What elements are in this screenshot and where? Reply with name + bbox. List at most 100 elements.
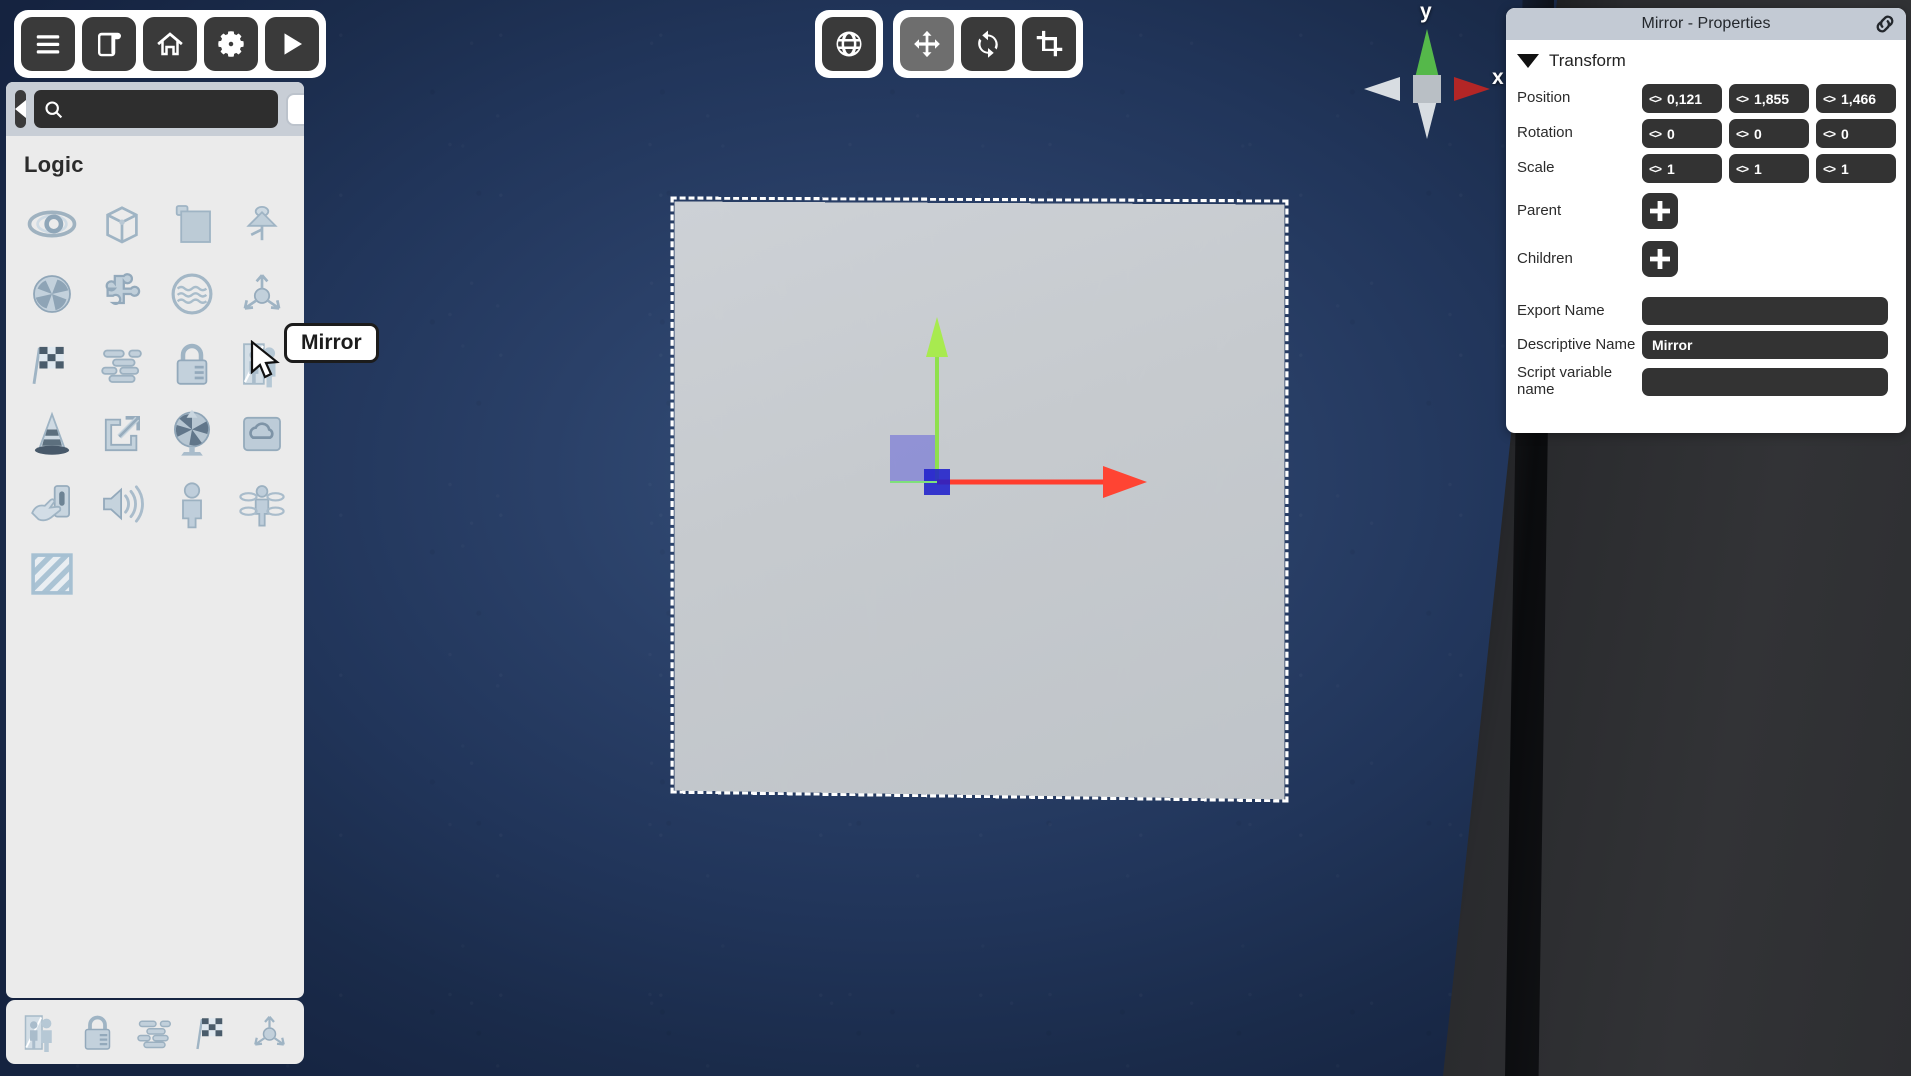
property-label: Scale xyxy=(1517,159,1555,177)
stepper-arrows-icon[interactable]: <> xyxy=(1649,127,1662,141)
scene-button[interactable] xyxy=(82,17,136,71)
properties-body: Transform Position <> 0,121 <> 1,855 <> 1,4… xyxy=(1506,40,1906,402)
asset-item-water[interactable] xyxy=(158,260,226,328)
menu-button[interactable] xyxy=(21,17,75,71)
play-button[interactable] xyxy=(265,17,319,71)
property-label: Export Name xyxy=(1517,301,1605,319)
motion-lines-icon xyxy=(137,1020,172,1048)
scroll-icon xyxy=(98,32,121,57)
collapse-panel-button[interactable] xyxy=(15,90,26,128)
translate-gizmo[interactable] xyxy=(860,305,1180,535)
asset-item-character[interactable] xyxy=(158,470,226,538)
padlock-icon xyxy=(176,343,208,385)
axis-x-positive xyxy=(1454,77,1490,101)
axis-orientation-gizmo[interactable]: y x xyxy=(1342,0,1512,154)
water-circle-icon xyxy=(171,273,213,315)
search-icon xyxy=(45,100,63,118)
external-link-icon xyxy=(104,416,140,452)
gear-icon xyxy=(218,31,244,57)
asset-item-particles[interactable] xyxy=(228,470,296,538)
stepper-arrows-icon[interactable]: <> xyxy=(1649,92,1662,106)
motion-lines-icon xyxy=(101,349,142,383)
rotation-y-field[interactable]: <> 0 xyxy=(1729,119,1809,148)
property-label: Children xyxy=(1517,249,1573,267)
stepper-arrows-icon[interactable]: <> xyxy=(1736,92,1749,106)
asset-item-visibility[interactable] xyxy=(18,190,86,258)
transform-section-header[interactable]: Transform xyxy=(1506,51,1906,81)
asset-item-camera[interactable] xyxy=(18,260,86,328)
filter-toggle-1[interactable] xyxy=(286,92,304,126)
gizmo-x-arrow xyxy=(1103,466,1147,498)
rotation-x-field[interactable]: <> 0 xyxy=(1642,119,1722,148)
search-input[interactable] xyxy=(70,100,269,118)
add-child-button[interactable] xyxy=(1642,241,1678,277)
asset-item-motion[interactable] xyxy=(88,330,156,398)
favourites-bar xyxy=(6,1000,304,1064)
fav-item-motion[interactable] xyxy=(129,1006,181,1058)
asset-item-plugin[interactable] xyxy=(88,260,156,328)
lamp-icon xyxy=(246,206,278,241)
descriptive-name-field[interactable]: Mirror xyxy=(1642,331,1888,359)
position-z-field[interactable]: <> 1,466 xyxy=(1816,84,1896,113)
crop-icon xyxy=(1036,30,1063,57)
stepper-arrows-icon[interactable]: <> xyxy=(1823,162,1836,176)
fav-item-mirror[interactable] xyxy=(15,1006,67,1058)
asset-item-hatch-plane[interactable] xyxy=(18,540,86,608)
property-label: Descriptive Name xyxy=(1517,335,1636,353)
padlock-icon xyxy=(85,1015,111,1050)
asset-item-sound[interactable] xyxy=(88,470,156,538)
scale-z-field[interactable]: <> 1 xyxy=(1816,154,1896,183)
scale-x-value: 1 xyxy=(1667,160,1675,177)
add-parent-button[interactable] xyxy=(1642,193,1678,229)
asset-item-fan[interactable] xyxy=(158,400,226,468)
fav-item-goal[interactable] xyxy=(186,1006,238,1058)
stepper-arrows-icon[interactable]: <> xyxy=(1736,127,1749,141)
aperture-icon xyxy=(33,275,71,313)
position-y-field[interactable]: <> 1,855 xyxy=(1729,84,1809,113)
position-x-field[interactable]: <> 0,121 xyxy=(1642,84,1722,113)
scale-tool[interactable] xyxy=(1022,17,1076,71)
scale-x-field[interactable]: <> 1 xyxy=(1642,154,1722,183)
asset-item-lamp[interactable] xyxy=(228,190,296,258)
settings-button[interactable] xyxy=(204,17,258,71)
world-space-toggle[interactable] xyxy=(822,17,876,71)
rotation-z-field[interactable]: <> 0 xyxy=(1816,119,1896,148)
asset-item-weather[interactable] xyxy=(228,400,296,468)
asset-item-lock[interactable] xyxy=(158,330,226,398)
rotation-z-value: 0 xyxy=(1841,125,1849,142)
search-box[interactable] xyxy=(34,90,278,128)
scale-y-field[interactable]: <> 1 xyxy=(1729,154,1809,183)
traffic-cone-icon xyxy=(34,411,70,455)
property-row-scale: Scale <> 1 <> 1 <> 1 xyxy=(1506,151,1906,186)
asset-item-cone[interactable] xyxy=(18,400,86,468)
move-tool[interactable] xyxy=(900,17,954,71)
asset-item-bounding-box[interactable] xyxy=(88,190,156,258)
stepper-arrows-icon[interactable]: <> xyxy=(1823,92,1836,106)
asset-item-goal[interactable] xyxy=(18,330,86,398)
asset-item-button-press[interactable] xyxy=(18,470,86,538)
home-button[interactable] xyxy=(143,17,197,71)
position-z-value: 1,466 xyxy=(1841,90,1877,107)
rotate-tool[interactable] xyxy=(961,17,1015,71)
property-row-script-variable-name: Script variable name xyxy=(1506,362,1906,402)
asset-item-panel[interactable] xyxy=(158,190,226,258)
fav-item-axis[interactable] xyxy=(243,1006,295,1058)
stepper-arrows-icon[interactable]: <> xyxy=(1823,127,1836,141)
chevron-down-icon[interactable] xyxy=(1517,54,1539,68)
rotate-icon xyxy=(978,30,998,58)
stepper-arrows-icon[interactable]: <> xyxy=(1736,162,1749,176)
asset-item-axis[interactable] xyxy=(228,260,296,328)
panel-icon xyxy=(175,205,211,243)
speaker-icon xyxy=(103,485,144,523)
link-icon[interactable] xyxy=(1872,11,1898,37)
main-toolbar xyxy=(14,10,326,78)
script-variable-name-field[interactable] xyxy=(1642,367,1888,396)
property-row-rotation: Rotation <> 0 <> 0 <> 0 xyxy=(1506,116,1906,151)
export-name-field[interactable] xyxy=(1642,297,1888,325)
asset-item-external-link[interactable] xyxy=(88,400,156,468)
stepper-arrows-icon[interactable]: <> xyxy=(1649,162,1662,176)
property-row-position: Position <> 0,121 <> 1,855 <> 1,466 xyxy=(1506,81,1906,116)
fav-item-lock[interactable] xyxy=(72,1006,124,1058)
rotation-y-value: 0 xyxy=(1754,125,1762,142)
